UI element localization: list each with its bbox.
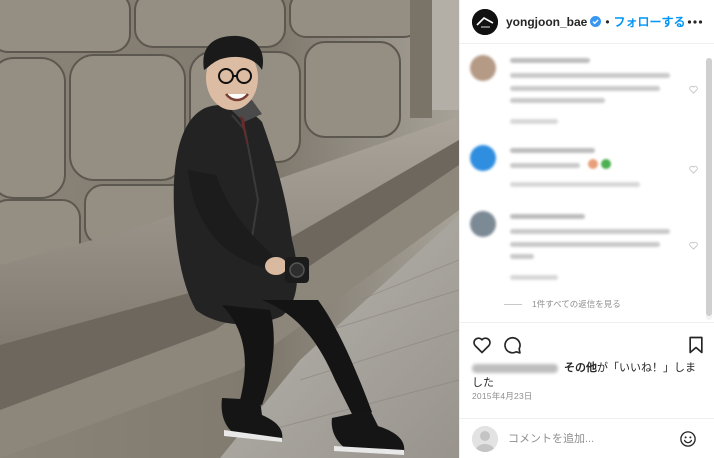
post-side-panel: yongjoon_bae • フォローする 1件すべての返信を見る その他が「い… [459,0,714,458]
post-header: yongjoon_bae • フォローする [460,0,714,44]
liked-by-user-blurred[interactable] [472,363,558,373]
username-link[interactable]: yongjoon_bae [506,15,587,29]
post-photo [0,0,459,458]
header-separator: • [605,14,610,29]
comment-input[interactable] [508,432,668,445]
current-user-avatar[interactable] [472,425,498,452]
comment-like-icon[interactable] [689,241,698,250]
comment-box [460,418,714,458]
commenter-avatar[interactable] [470,145,496,171]
heart-icon[interactable] [472,335,492,355]
section-divider [460,322,714,323]
bookmark-icon[interactable] [686,335,706,355]
commenter-avatar[interactable] [470,211,496,237]
reply-line-divider [504,303,522,305]
verified-badge-icon [590,16,602,27]
comment-like-icon[interactable] [689,165,698,174]
comment-like-icon[interactable] [689,85,698,94]
post-date[interactable]: 2015年4月23日 [472,390,533,402]
likes-others-link[interactable]: その他 [564,362,597,374]
comment-icon[interactable] [502,335,522,355]
photo-scene [0,0,459,458]
scrollbar-thumb[interactable] [706,58,712,316]
post-actions [472,335,708,357]
view-replies-label: 1件すべての返信を見る [532,299,621,309]
comments-scrollbar[interactable] [706,58,712,320]
commenter-avatar[interactable] [470,55,496,81]
emoji-icon[interactable] [679,430,697,448]
comments-list[interactable] [460,45,704,320]
more-options-icon[interactable] [687,14,703,30]
likes-summary: その他が「いいね！」しました [472,361,704,391]
profile-avatar[interactable] [472,8,498,35]
follow-button[interactable]: フォローする [614,13,686,30]
view-replies-button[interactable]: 1件すべての返信を見る [504,298,621,310]
